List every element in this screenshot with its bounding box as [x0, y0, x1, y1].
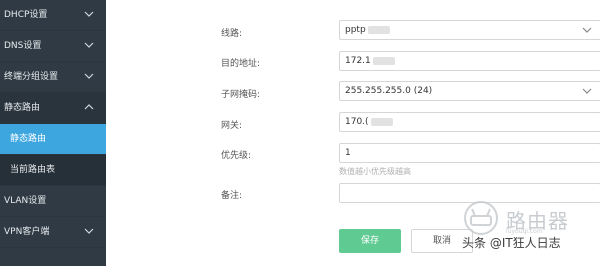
note-label: 备注: — [221, 191, 243, 201]
sidebar-item-label: 终端分组设置 — [4, 72, 59, 82]
redaction-blur — [367, 25, 390, 34]
sidebar-item-terminal-group[interactable]: 终端分组设置 — [0, 62, 106, 93]
destination-value: 172.1 — [345, 56, 371, 66]
watermark-caption: 头条 @IT狂人日志 — [462, 236, 561, 250]
sidebar-item-vlan[interactable]: VLAN设置 — [0, 186, 106, 217]
sidebar-item-dhcp[interactable]: DHCP设置 — [0, 0, 106, 31]
sidebar-subitem-static-route[interactable]: 静态路由 — [0, 124, 106, 155]
chevron-down-icon — [582, 82, 592, 100]
redaction-blur — [372, 56, 395, 65]
priority-value: 1 — [345, 148, 351, 158]
chevron-up-icon — [84, 93, 96, 123]
priority-label: 优先级: — [221, 151, 252, 161]
line-label: 线路: — [221, 29, 243, 39]
sidebar-item-label: VLAN设置 — [4, 196, 47, 206]
sidebar-item-label: DHCP设置 — [4, 10, 48, 20]
destination-label: 目的地址: — [221, 59, 261, 69]
subnet-mask-label: 子网掩码: — [221, 90, 261, 100]
priority-input[interactable]: 1 — [339, 143, 600, 163]
sidebar-item-vpn-client[interactable]: VPN客户端 — [0, 217, 106, 248]
line-select[interactable]: pptp — [339, 20, 600, 40]
priority-hint: 数值越小优先级越高 — [339, 167, 411, 176]
gateway-label: 网关: — [221, 121, 243, 131]
sidebar-subitem-route-table[interactable]: 当前路由表 — [0, 155, 106, 186]
line-value: pptp — [345, 25, 366, 35]
sidebar-item-label: VPN客户端 — [4, 227, 50, 237]
save-button[interactable]: 保存 — [339, 229, 401, 253]
sidebar-item-label: 静态路由 — [4, 103, 41, 113]
chevron-down-icon — [84, 0, 96, 30]
sidebar: DHCP设置 DNS设置 终端分组设置 静态路由 静态路由 当前路由表 VLAN… — [0, 0, 106, 266]
chevron-down-icon — [582, 21, 592, 39]
sidebar-item-label: 静态路由 — [10, 134, 47, 144]
destination-input[interactable]: 172.1 — [339, 51, 600, 71]
sidebar-item-label: 当前路由表 — [10, 165, 56, 175]
sidebar-item-static-route[interactable]: 静态路由 — [0, 93, 106, 124]
subnet-mask-select[interactable]: 255.255.255.0 (24) — [339, 81, 600, 101]
subnet-mask-value: 255.255.255.0 (24) — [345, 86, 433, 96]
gateway-input[interactable]: 170.( — [339, 112, 600, 132]
sidebar-item-label: DNS设置 — [4, 41, 42, 51]
chevron-down-icon — [84, 217, 96, 247]
sidebar-item-dns[interactable]: DNS设置 — [0, 31, 106, 62]
chevron-down-icon — [84, 62, 96, 92]
gateway-value: 170.( — [345, 117, 369, 127]
redaction-blur — [370, 117, 393, 126]
chevron-down-icon — [84, 31, 96, 61]
